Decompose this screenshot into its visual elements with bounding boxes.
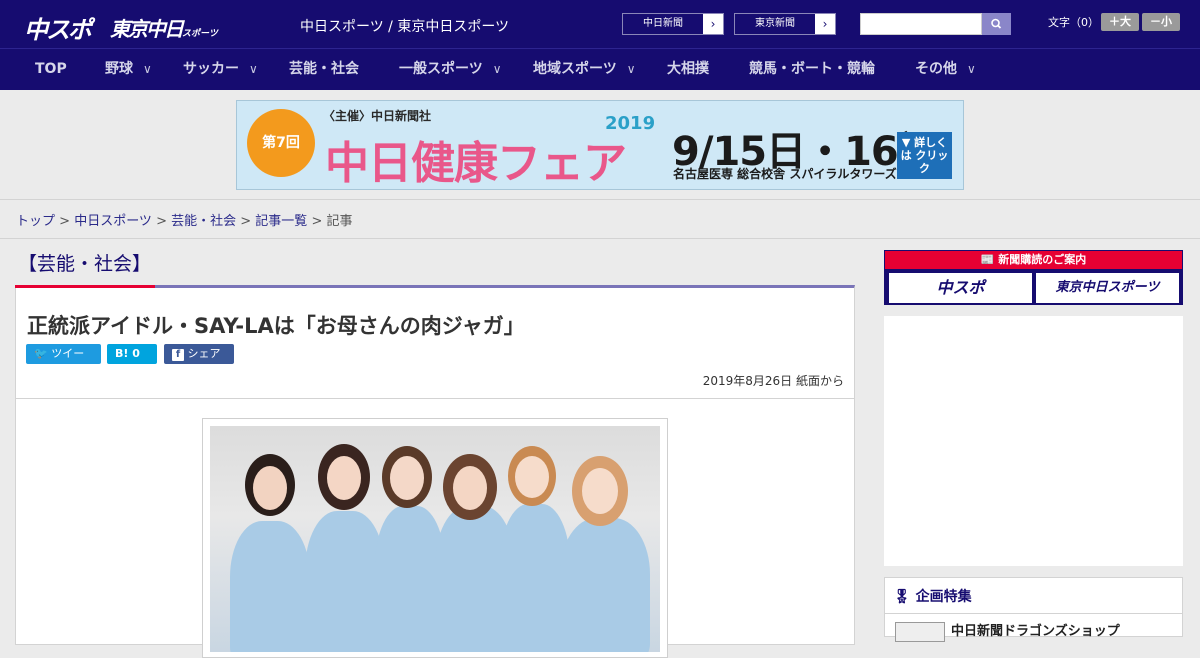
banner-more-button[interactable]: ▼ 詳しくは クリック <box>897 132 952 179</box>
breadcrumb-sep: > <box>151 214 172 229</box>
photo-figure <box>515 456 549 498</box>
nav-label: 大相撲 <box>667 61 709 77</box>
feature-divider <box>885 613 1182 614</box>
search-icon <box>991 18 1002 29</box>
award-icon: 🎖 <box>893 589 911 605</box>
search-input[interactable] <box>860 13 982 35</box>
photo-figure <box>390 456 424 500</box>
photo-figure <box>453 466 487 510</box>
tokyo-link-label: 東京新聞 <box>735 14 815 34</box>
banner-organizer: 〈主催〉中日新聞社 <box>323 109 432 123</box>
breadcrumb-sep: > <box>55 214 75 229</box>
subscribe-header: 📰 新聞購読のご案内 <box>885 251 1182 269</box>
nav-label: TOP <box>35 61 67 77</box>
banner-year: 2019 <box>605 113 656 134</box>
search-button[interactable] <box>982 13 1011 35</box>
breadcrumb-article-list[interactable]: 記事一覧 <box>255 214 307 229</box>
health-fair-banner[interactable]: 第7回 〈主催〉中日新聞社 中日健康フェア 2019 9/15日・16祝 名古屋… <box>236 100 964 190</box>
nav-local-sports[interactable]: 地域スポーツ ∨ <box>533 49 636 90</box>
photo-figure <box>253 466 287 510</box>
article-photo[interactable] <box>210 426 660 652</box>
tweet-button[interactable]: 🐦 ツイート <box>26 344 101 380</box>
nav-baseball[interactable]: 野球 ∨ <box>105 49 152 90</box>
banner-place: 名古屋医専 総合校舎 スパイラルタワーズ <box>673 167 897 181</box>
font-size-label: 文字（0） <box>1048 16 1099 29</box>
facebook-icon: f <box>172 349 184 361</box>
chevron-down-icon: ∨ <box>249 62 258 76</box>
breadcrumb-top[interactable]: トップ <box>16 214 55 229</box>
chevron-down-icon: ∨ <box>143 62 152 76</box>
breadcrumb-sep: > <box>236 214 256 229</box>
banner-area: 第7回 〈主催〉中日新聞社 中日健康フェア 2019 9/15日・16祝 名古屋… <box>0 90 1200 200</box>
feature-box: 🎖 企画特集 中日新聞ドラゴンズショップ <box>884 577 1183 642</box>
banner-title: 中日健康フェア <box>325 138 627 189</box>
article-panel: 正統派アイドル・SAY-LAは「お母さんの肉ジャガ」 🐦 ツイート B! 0 f… <box>15 285 855 658</box>
hatena-bookmark-button[interactable]: B! 0 <box>107 344 157 364</box>
feature-header-label: 企画特集 <box>915 589 972 605</box>
nav-general-sports[interactable]: 一般スポーツ ∨ <box>399 49 502 90</box>
breadcrumb-sep: > <box>307 214 327 229</box>
chevron-down-icon: ∨ <box>626 62 636 76</box>
chevron-right-icon: › <box>822 17 828 31</box>
article-date: 2019年8月26日 紙面から <box>702 374 844 388</box>
tokyo-logo-text: 東京中日 <box>110 17 184 41</box>
breadcrumb: トップ > 中日スポーツ > 芸能・社会 > 記事一覧 > 記事 <box>16 210 353 229</box>
nav-label: サッカー <box>183 61 239 77</box>
breadcrumb-divider <box>0 238 1200 239</box>
article-title: 正統派アイドル・SAY-LAは「お母さんの肉ジャガ」 <box>27 314 525 338</box>
article-photo-frame <box>202 418 668 658</box>
breadcrumb-current: 記事 <box>326 214 353 229</box>
main-nav: TOP 野球 ∨ サッカー ∨ 芸能・社会 一般スポーツ ∨ 地域スポーツ ∨ 大相撲 … <box>0 48 1200 90</box>
chunichi-link-label: 中日新聞 <box>623 14 703 34</box>
subscribe-chuspo-button[interactable]: 中スポ <box>889 273 1032 303</box>
article-divider <box>16 398 854 399</box>
nav-other[interactable]: その他 ∨ <box>915 49 976 90</box>
tokyo-shimbun-link[interactable]: 東京新聞 › <box>734 13 836 35</box>
chuspo-logo[interactable]: 中スポ <box>24 10 92 45</box>
subscribe-header-label: 新聞購読のご案内 <box>998 253 1087 266</box>
chunichi-shimbun-link[interactable]: 中日新聞 › <box>622 13 724 35</box>
nav-sumo[interactable]: 大相撲 <box>667 49 709 90</box>
nav-label: 一般スポーツ <box>399 61 483 77</box>
photo-figure <box>230 521 310 652</box>
breadcrumb-entertainment[interactable]: 芸能・社会 <box>171 214 236 229</box>
nav-label: 野球 <box>105 61 133 77</box>
site-name: 中日スポーツ / 東京中日スポーツ <box>300 19 510 35</box>
newspaper-icon: 📰 <box>980 253 995 266</box>
tokyo-logo-small: スポーツ <box>182 29 218 39</box>
feature-thumbnail[interactable] <box>895 622 945 642</box>
facebook-share-button[interactable]: f シェア 0 <box>164 344 234 380</box>
tokyo-chunichi-logo[interactable]: 東京中日スポーツ <box>110 13 218 42</box>
sidebar-ad-slot <box>884 316 1183 566</box>
photo-figure <box>305 511 385 652</box>
nav-racing[interactable]: 競馬・ボート・競輪 <box>749 49 875 90</box>
top-header: 中スポ 東京中日スポーツ 中日スポーツ / 東京中日スポーツ 中日新聞 › 東京… <box>0 0 1200 48</box>
nav-label: その他 <box>915 61 957 77</box>
category-label: 【芸能・社会】 <box>18 253 152 275</box>
nav-label: 競馬・ボート・競輪 <box>749 61 875 77</box>
banner-badge: 第7回 <box>247 109 315 177</box>
font-smaller-button[interactable]: －小 <box>1142 13 1180 31</box>
font-larger-button[interactable]: ＋大 <box>1101 13 1139 31</box>
photo-figure <box>560 518 650 652</box>
subscribe-tokyo-button[interactable]: 東京中日スポーツ <box>1036 273 1179 303</box>
photo-figure <box>327 456 361 500</box>
feature-header: 🎖 企画特集 <box>893 586 972 606</box>
nav-top[interactable]: TOP <box>35 49 67 90</box>
chevron-down-icon: ∨ <box>492 62 502 76</box>
breadcrumb-chunichi-sports[interactable]: 中日スポーツ <box>74 214 152 229</box>
category-accent-bar <box>15 285 155 288</box>
nav-entertainment[interactable]: 芸能・社会 <box>289 49 359 90</box>
photo-figure <box>582 468 618 514</box>
nav-label: 地域スポーツ <box>533 61 617 77</box>
chevron-right-icon: › <box>710 17 716 31</box>
nav-label: 芸能・社会 <box>289 61 359 77</box>
chevron-down-icon: ∨ <box>967 62 976 76</box>
nav-soccer[interactable]: サッカー ∨ <box>183 49 258 90</box>
subscribe-banner: 📰 新聞購読のご案内 中スポ 東京中日スポーツ <box>884 250 1183 305</box>
twitter-icon: 🐦 <box>34 347 48 360</box>
